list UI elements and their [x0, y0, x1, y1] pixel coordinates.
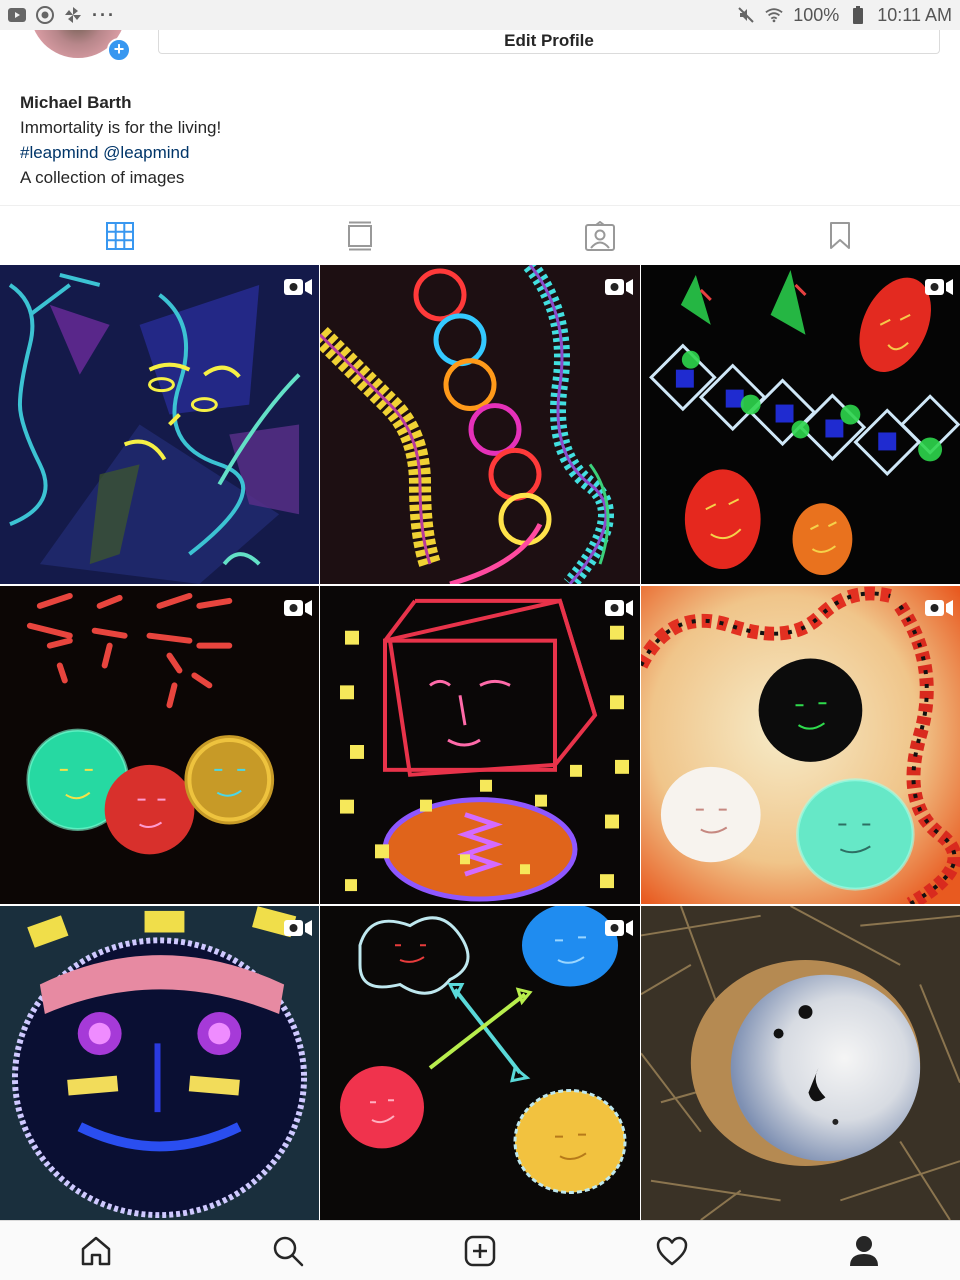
wifi-icon — [765, 6, 783, 24]
post-thumbnail[interactable] — [320, 265, 640, 584]
tab-feed[interactable] — [240, 206, 480, 265]
edit-profile-button[interactable]: Edit Profile — [158, 28, 940, 54]
bio-line: Immortality is for the living! — [20, 118, 222, 137]
tab-grid[interactable] — [0, 206, 240, 265]
mute-icon — [737, 6, 755, 24]
nav-home[interactable] — [66, 1221, 126, 1280]
video-icon — [925, 279, 953, 295]
post-image — [641, 265, 960, 584]
tab-saved[interactable] — [720, 206, 960, 265]
pinwheel-icon — [64, 6, 82, 24]
nav-activity[interactable] — [642, 1221, 702, 1280]
heart-icon — [656, 1236, 688, 1265]
post-thumbnail[interactable] — [320, 906, 640, 1220]
post-grid — [0, 265, 960, 1220]
video-icon — [284, 920, 312, 936]
search-icon — [273, 1236, 304, 1266]
post-image — [320, 906, 640, 1220]
tagged-icon — [585, 220, 615, 251]
chrome-icon — [36, 6, 54, 24]
post-image — [641, 586, 960, 904]
bottom-nav — [0, 1220, 960, 1280]
add-story-icon[interactable]: + — [107, 38, 131, 62]
video-icon — [605, 279, 633, 295]
battery-icon — [849, 6, 867, 24]
feed-icon — [348, 221, 372, 250]
post-thumbnail[interactable] — [0, 906, 319, 1220]
post-thumbnail[interactable] — [0, 265, 319, 584]
profile-bio: Michael Barth Immortality is for the liv… — [20, 90, 221, 190]
home-icon — [81, 1236, 111, 1265]
nav-profile[interactable] — [834, 1221, 894, 1280]
new-post-icon — [464, 1235, 496, 1266]
post-image — [0, 265, 319, 584]
post-thumbnail[interactable] — [641, 906, 960, 1220]
video-icon — [284, 600, 312, 616]
post-thumbnail[interactable] — [320, 586, 640, 904]
battery-percent: 100% — [793, 4, 840, 25]
video-icon — [605, 920, 633, 936]
post-image — [0, 906, 319, 1220]
status-right: 100% 10:11 AM — [737, 5, 952, 26]
more-dots-icon: ··· — [92, 5, 116, 25]
youtube-icon — [8, 6, 26, 24]
status-left: ··· — [8, 6, 116, 24]
post-image — [0, 586, 319, 904]
profile-tabs — [0, 205, 960, 265]
post-thumbnail[interactable] — [641, 586, 960, 904]
video-icon — [284, 279, 312, 295]
nav-new-post[interactable] — [450, 1221, 510, 1280]
video-icon — [605, 600, 633, 616]
bio-description: A collection of images — [20, 168, 185, 187]
post-image — [641, 906, 960, 1220]
bio-tags[interactable]: #leapmind @leapmind — [20, 140, 221, 165]
video-icon — [925, 600, 953, 616]
grid-icon — [106, 221, 134, 250]
nav-search[interactable] — [258, 1221, 318, 1280]
post-thumbnail[interactable] — [641, 265, 960, 584]
tab-tagged[interactable] — [480, 206, 720, 265]
profile-header: + Edit Profile Michael Barth Immortality… — [0, 10, 960, 206]
post-image — [320, 586, 640, 904]
profile-name: Michael Barth — [20, 93, 132, 112]
post-thumbnail[interactable] — [0, 586, 319, 904]
status-bar: ··· 100% 10:11 AM — [0, 0, 960, 30]
profile-icon — [850, 1235, 878, 1266]
clock: 10:11 AM — [877, 4, 952, 25]
post-image — [320, 265, 640, 584]
bookmark-icon — [830, 221, 850, 249]
